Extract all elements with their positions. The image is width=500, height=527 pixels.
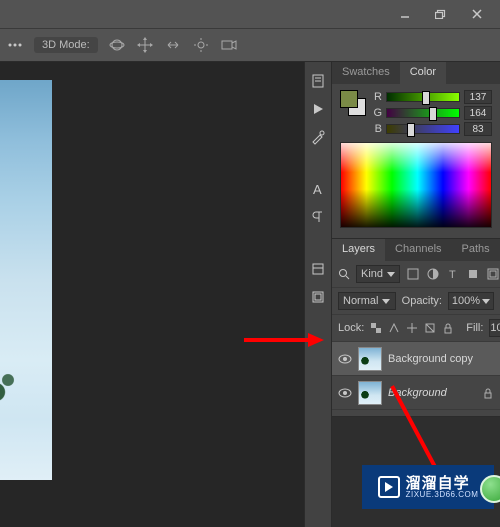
document-canvas[interactable] — [0, 80, 52, 480]
layer-row[interactable]: Background — [332, 376, 500, 410]
filter-pixel-icon[interactable] — [406, 267, 420, 281]
layers-tabs: Layers Channels Paths — [332, 239, 500, 261]
lock-row: Lock: Fill: 100% — [332, 315, 500, 342]
lock-position-icon[interactable] — [406, 321, 418, 335]
mode-label: 3D Mode: — [42, 39, 90, 51]
foreground-background-swatch[interactable] — [340, 90, 366, 116]
play-icon[interactable] — [309, 100, 327, 118]
opacity-value-field[interactable]: 100% — [448, 292, 494, 310]
r-value[interactable]: 137 — [464, 90, 492, 104]
watermark-badge: 溜溜自学 ZIXUE.3D66.COM — [362, 465, 494, 509]
layer-name[interactable]: Background copy — [388, 353, 494, 365]
filter-icons: T — [406, 267, 500, 281]
right-panels: Swatches Color R 137 — [332, 62, 500, 527]
filter-type-icon[interactable]: T — [446, 267, 460, 281]
filter-shape-icon[interactable] — [466, 267, 480, 281]
tab-layers[interactable]: Layers — [332, 239, 385, 261]
pan-icon[interactable] — [136, 36, 154, 54]
chevron-down-icon — [387, 272, 395, 277]
play-icon — [378, 476, 400, 498]
collapsed-panel-strip: A — [304, 62, 332, 527]
g-label: G — [372, 107, 382, 119]
foreground-color-swatch[interactable] — [340, 90, 358, 108]
brush-icon[interactable] — [309, 128, 327, 146]
r-thumb[interactable] — [422, 91, 430, 105]
blend-row: Normal Opacity: 100% — [332, 288, 500, 315]
light-icon[interactable] — [192, 36, 210, 54]
tab-color[interactable]: Color — [400, 62, 446, 84]
panel-icon-2[interactable] — [309, 288, 327, 306]
close-button[interactable] — [460, 4, 494, 24]
layer-thumbnail[interactable] — [358, 347, 382, 371]
watermark-sub: ZIXUE.3D66.COM — [406, 491, 479, 499]
b-slider[interactable] — [386, 124, 460, 134]
canvas-area[interactable] — [0, 62, 304, 527]
layer-list: Background copy Background — [332, 342, 500, 410]
layers-panel-group: Layers Channels Paths Kind T — [332, 239, 500, 417]
tab-paths[interactable]: Paths — [452, 239, 500, 261]
tab-channels[interactable]: Channels — [385, 239, 451, 261]
minimize-button[interactable] — [388, 4, 422, 24]
lock-label: Lock: — [338, 322, 364, 334]
svg-text:T: T — [449, 269, 456, 280]
b-thumb[interactable] — [407, 123, 415, 137]
lock-pixels-icon[interactable] — [388, 321, 400, 335]
r-slider[interactable] — [386, 92, 460, 102]
kind-label: Kind — [361, 268, 383, 280]
green-badge — [480, 475, 500, 503]
chevron-down-icon — [382, 299, 390, 304]
mode-dropdown[interactable]: 3D Mode: — [34, 37, 98, 53]
search-icon[interactable] — [338, 268, 350, 280]
b-label: B — [372, 123, 382, 135]
paragraph-icon[interactable] — [309, 208, 327, 226]
main-area: A Swatches Color R — [0, 62, 500, 527]
opacity-label: Opacity: — [402, 295, 442, 307]
options-bar: 3D Mode: — [0, 28, 500, 62]
r-label: R — [372, 91, 382, 103]
restore-button[interactable] — [424, 4, 458, 24]
camera-icon[interactable] — [220, 36, 238, 54]
opacity-value: 100% — [452, 295, 480, 307]
blend-mode-value: Normal — [343, 295, 378, 307]
more-options-icon[interactable] — [6, 36, 24, 54]
g-slider[interactable] — [386, 108, 460, 118]
lock-all-icon[interactable] — [442, 321, 454, 335]
title-bar — [0, 0, 500, 28]
filter-smart-icon[interactable] — [486, 267, 500, 281]
filter-adjust-icon[interactable] — [426, 267, 440, 281]
tab-swatches[interactable]: Swatches — [332, 62, 400, 84]
fill-label: Fill: — [466, 322, 483, 334]
color-panel-group: Swatches Color R 137 — [332, 62, 500, 239]
chevron-down-icon — [482, 299, 490, 304]
layer-filter-row: Kind T — [332, 261, 500, 288]
kind-filter-dropdown[interactable]: Kind — [356, 265, 400, 283]
svg-text:A: A — [313, 182, 322, 196]
visibility-toggle[interactable] — [338, 352, 352, 366]
slide-icon[interactable] — [164, 36, 182, 54]
visibility-toggle[interactable] — [338, 386, 352, 400]
b-value[interactable]: 83 — [464, 122, 492, 136]
g-value[interactable]: 164 — [464, 106, 492, 120]
lock-transparency-icon[interactable] — [370, 321, 382, 335]
orbit-icon[interactable] — [108, 36, 126, 54]
color-spectrum[interactable] — [340, 142, 492, 228]
fill-value: 100% — [490, 322, 500, 334]
g-thumb[interactable] — [429, 107, 437, 121]
watermark-title: 溜溜自学 — [406, 476, 479, 491]
blend-mode-dropdown[interactable]: Normal — [338, 292, 396, 310]
character-icon[interactable]: A — [309, 180, 327, 198]
layer-thumbnail[interactable] — [358, 381, 382, 405]
panel-icon-1[interactable] — [309, 260, 327, 278]
layer-name[interactable]: Background — [388, 387, 476, 399]
color-tabs: Swatches Color — [332, 62, 500, 84]
color-panel: R 137 G 164 B 83 — [332, 84, 500, 238]
layer-row[interactable]: Background copy — [332, 342, 500, 376]
fill-value-field[interactable]: 100% — [489, 319, 500, 337]
history-icon[interactable] — [309, 72, 327, 90]
lock-artboard-icon[interactable] — [424, 321, 436, 335]
lock-icon — [482, 387, 494, 399]
